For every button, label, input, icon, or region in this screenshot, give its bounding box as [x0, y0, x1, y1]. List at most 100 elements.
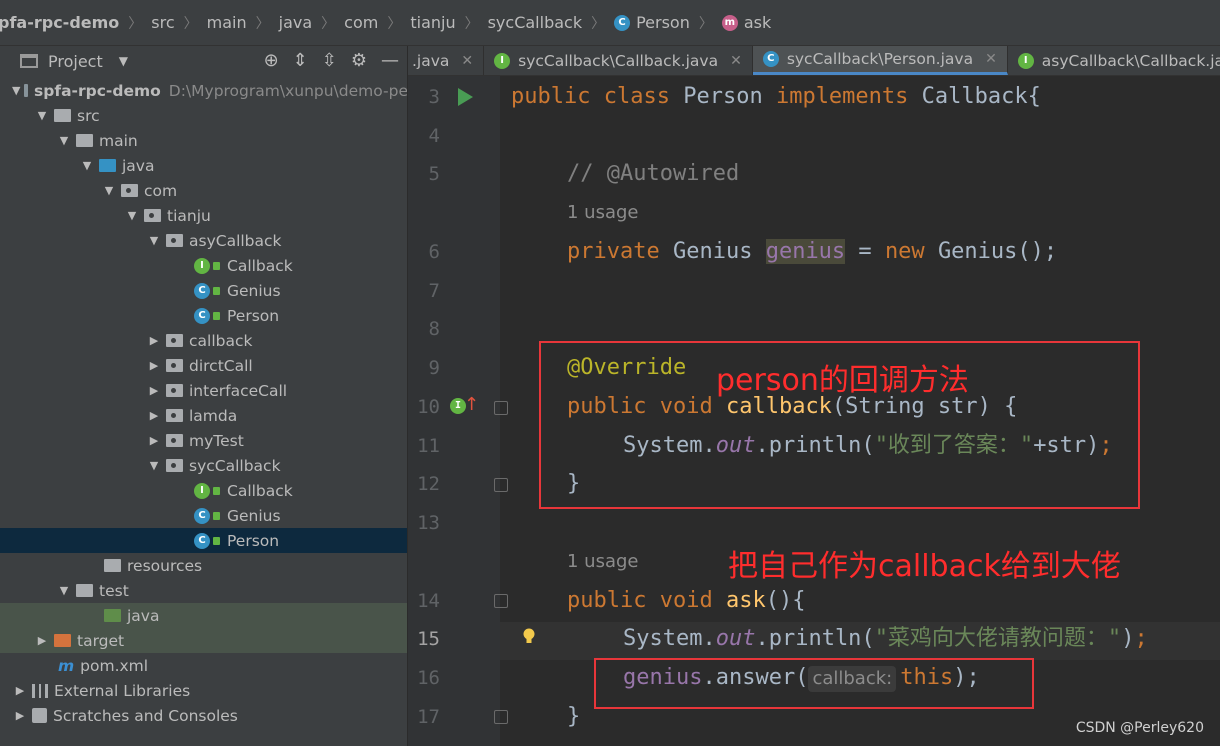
- usage-hint[interactable]: 1 usage: [567, 202, 639, 223]
- tree-item-label: lamda: [189, 406, 238, 425]
- hide-icon[interactable]: —: [381, 50, 399, 71]
- tree-item-src[interactable]: ▼ src: [0, 103, 407, 128]
- tree-item-callback[interactable]: ▶ callback: [0, 328, 407, 353]
- locate-icon[interactable]: ⊕: [264, 50, 279, 71]
- tree-item-syc-person[interactable]: C Person: [0, 528, 407, 553]
- chevron-down-icon[interactable]: ▼: [119, 54, 128, 68]
- tree-item-resources[interactable]: resources: [0, 553, 407, 578]
- tree-item-target[interactable]: ▶ target: [0, 628, 407, 653]
- paren: ): [1121, 626, 1135, 651]
- tree-item-main[interactable]: ▼ main: [0, 128, 407, 153]
- chevron-right-icon[interactable]: ▶: [12, 709, 28, 722]
- code-line-15: System.out.println("菜鸡向大佬请教问题：");: [623, 624, 1148, 654]
- tree-item-tianju[interactable]: ▼ tianju: [0, 203, 407, 228]
- breadcrumb-class[interactable]: C Person: [614, 13, 690, 32]
- tree-item-syc-genius[interactable]: C Genius: [0, 503, 407, 528]
- close-icon[interactable]: ✕: [461, 53, 473, 69]
- tree-item-scratches[interactable]: ▶ Scratches and Consoles: [0, 703, 407, 728]
- breadcrumb-method[interactable]: m ask: [721, 13, 771, 32]
- breadcrumb-java[interactable]: java: [279, 13, 313, 32]
- breadcrumb-main[interactable]: main: [207, 13, 247, 32]
- class-icon: C: [194, 307, 210, 324]
- chevron-right-icon[interactable]: ▶: [146, 384, 162, 397]
- tree-item-external-libraries[interactable]: ▶ External Libraries: [0, 678, 407, 703]
- lightbulb-icon[interactable]: [522, 628, 536, 646]
- tree-item-syc-callback[interactable]: I Callback: [0, 478, 407, 503]
- tree-item-label: myTest: [189, 431, 244, 450]
- tab-java-partial[interactable]: .java ✕: [408, 46, 485, 75]
- tree-item-com[interactable]: ▼ com: [0, 178, 407, 203]
- breadcrumb-syccallback[interactable]: sycCallback: [488, 13, 583, 32]
- interface-icon: I: [494, 52, 511, 69]
- fold-marker-icon[interactable]: [494, 710, 508, 724]
- chevron-right-icon[interactable]: ▶: [146, 434, 162, 447]
- tab-asy-callback[interactable]: IasyCallback\Callback.java✕: [1008, 46, 1220, 75]
- breadcrumb-src[interactable]: src: [151, 13, 174, 32]
- class-name: Person: [683, 84, 763, 109]
- string-literal: "菜鸡向大佬请教问题：": [874, 626, 1122, 651]
- tree-item-label: com: [144, 181, 178, 200]
- tree-item-lamda[interactable]: ▶ lamda: [0, 403, 407, 428]
- folder-icon: [76, 134, 93, 147]
- breadcrumb-com[interactable]: com: [344, 13, 378, 32]
- keyword-void: void: [659, 588, 713, 613]
- chevron-down-icon[interactable]: ▼: [146, 459, 162, 472]
- chevron-down-icon[interactable]: ▼: [56, 134, 72, 147]
- tree-item-root[interactable]: ▼ spfa-rpc-demo D:\Myprogram\xunpu\demo-pe: [0, 78, 407, 103]
- fold-marker-icon[interactable]: [494, 478, 508, 492]
- tree-item-java[interactable]: ▼ java: [0, 153, 407, 178]
- usage-hint[interactable]: 1 usage: [567, 551, 639, 572]
- folder-icon: [54, 109, 71, 122]
- chevron-right-icon[interactable]: ▶: [146, 359, 162, 372]
- chevron-right-icon[interactable]: ▶: [146, 409, 162, 422]
- chevron-right-icon[interactable]: ▶: [12, 684, 28, 697]
- chevron-down-icon[interactable]: ▼: [34, 109, 50, 122]
- tree-item-syccallback[interactable]: ▼ sycCallback: [0, 453, 407, 478]
- tree-item-asy-genius[interactable]: C Genius: [0, 278, 407, 303]
- close-icon[interactable]: ✕: [985, 51, 997, 67]
- tree-item-dirctcall[interactable]: ▶ dirctCall: [0, 353, 407, 378]
- close-icon[interactable]: ✕: [730, 53, 742, 69]
- chevron-down-icon[interactable]: ▼: [124, 209, 140, 222]
- chevron-right-icon: 〉: [128, 15, 143, 32]
- tree-item-asycallback[interactable]: ▼ asyCallback: [0, 228, 407, 253]
- fold-marker-icon[interactable]: [494, 594, 508, 608]
- tree-item-test-java[interactable]: java: [0, 603, 407, 628]
- libraries-icon: [32, 683, 48, 698]
- tree-item-asy-callback[interactable]: I Callback: [0, 253, 407, 278]
- line-number: 11: [417, 435, 440, 457]
- fold-marker-icon[interactable]: [494, 401, 508, 415]
- run-icon[interactable]: [458, 88, 473, 106]
- collapse-all-icon[interactable]: ⇳: [322, 50, 337, 71]
- line-number: 10: [417, 396, 440, 418]
- chevron-down-icon[interactable]: ▼: [101, 184, 117, 197]
- code-editor[interactable]: 3 4 5 6 7 8 9 10 11 12 13 14 15 16 17 I …: [408, 76, 1220, 746]
- tree-item-interfacecall[interactable]: ▶ interfaceCall: [0, 378, 407, 403]
- keyword-private: private: [567, 239, 660, 264]
- chevron-right-icon[interactable]: ▶: [34, 634, 50, 647]
- method-params: (){: [765, 588, 806, 613]
- tree-item-pom[interactable]: m pom.xml: [0, 653, 407, 678]
- chevron-down-icon[interactable]: ▼: [79, 159, 95, 172]
- arrow-up-icon[interactable]: ↑: [464, 394, 479, 415]
- expand-all-icon[interactable]: ⇕: [293, 50, 308, 71]
- keyword-class: class: [603, 84, 670, 109]
- breadcrumb-project[interactable]: pfa-rpc-demo: [0, 13, 119, 32]
- package-icon: [166, 459, 183, 472]
- project-panel-title[interactable]: Project: [48, 52, 103, 71]
- gear-icon[interactable]: ⚙: [351, 50, 367, 71]
- annotation-note-callback: person的回调方法: [716, 363, 969, 398]
- tree-item-test[interactable]: ▼ test: [0, 578, 407, 603]
- chevron-down-icon[interactable]: ▼: [12, 84, 20, 97]
- tree-item-mytest[interactable]: ▶ myTest: [0, 428, 407, 453]
- tab-syc-person[interactable]: CsycCallback\Person.java ✕: [752, 46, 1008, 75]
- line-number: 7: [428, 280, 440, 302]
- chevron-right-icon[interactable]: ▶: [146, 334, 162, 347]
- tree-item-asy-person[interactable]: C Person: [0, 303, 407, 328]
- breadcrumb-tianju[interactable]: tianju: [410, 13, 455, 32]
- chevron-down-icon[interactable]: ▼: [56, 584, 72, 597]
- class-icon: C: [194, 507, 210, 524]
- tab-syc-callback[interactable]: IsycCallback\Callback.java ✕: [484, 46, 753, 75]
- code-line-17: }: [567, 704, 581, 729]
- chevron-down-icon[interactable]: ▼: [146, 234, 162, 247]
